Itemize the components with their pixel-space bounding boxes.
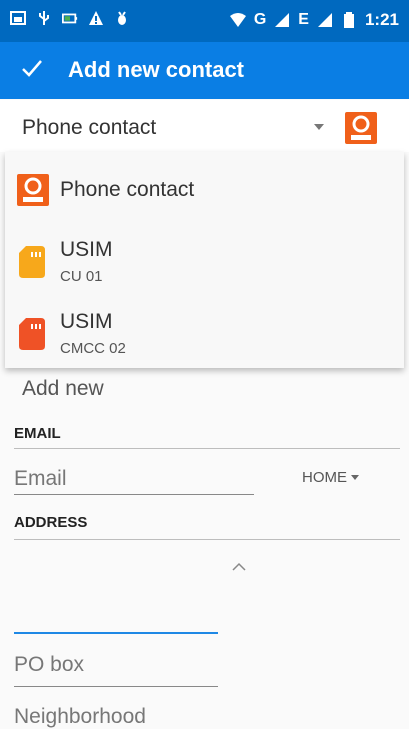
email-field[interactable]: Email bbox=[14, 467, 67, 491]
clock: 1:21 bbox=[364, 10, 399, 29]
account-selector[interactable]: Phone contact bbox=[0, 100, 409, 152]
chevron-down-icon bbox=[351, 475, 359, 480]
section-divider bbox=[14, 539, 400, 540]
email-section-label: EMAIL bbox=[14, 425, 61, 442]
account-selector-label: Phone contact bbox=[22, 116, 157, 139]
account-dropdown-menu: Phone contact USIM CU 01 USIM CMCC 02 bbox=[5, 152, 404, 368]
phone-contact-icon bbox=[345, 112, 377, 144]
signal-icon-2 bbox=[317, 13, 332, 27]
warning-icon bbox=[89, 11, 103, 25]
street-field-underline[interactable] bbox=[14, 632, 218, 634]
sim-card-icon bbox=[19, 246, 45, 278]
status-bar: G E 1:21 bbox=[0, 0, 409, 42]
menu-item-phone-contact[interactable]: Phone contact bbox=[5, 152, 404, 224]
battery-saver-icon bbox=[62, 13, 78, 24]
section-divider bbox=[14, 448, 400, 449]
email-field-underline bbox=[14, 494, 254, 495]
email-type-dropdown[interactable]: HOME bbox=[302, 469, 359, 486]
email-type-label: HOME bbox=[302, 469, 347, 486]
menu-item-subtitle: CMCC 02 bbox=[60, 340, 126, 357]
dropdown-arrow-icon bbox=[314, 124, 324, 130]
battery-icon bbox=[343, 12, 354, 28]
menu-item-usim-cu[interactable]: USIM CU 01 bbox=[5, 224, 404, 296]
address-section-label: ADDRESS bbox=[14, 514, 88, 531]
sim-card-icon bbox=[19, 318, 45, 350]
debug-icon bbox=[118, 11, 126, 25]
usb-icon bbox=[39, 11, 49, 25]
menu-item-usim-cmcc[interactable]: USIM CMCC 02 bbox=[5, 296, 404, 368]
menu-item-title: Phone contact bbox=[60, 178, 195, 201]
neighborhood-field[interactable]: Neighborhood bbox=[14, 705, 146, 729]
po-box-field[interactable]: PO box bbox=[14, 653, 84, 677]
phone-contact-icon bbox=[17, 174, 49, 206]
chevron-up-icon[interactable] bbox=[232, 562, 246, 572]
signal-icon bbox=[275, 13, 290, 27]
add-new-link[interactable]: Add new bbox=[22, 377, 104, 401]
check-icon[interactable] bbox=[20, 56, 44, 80]
screenshot-icon bbox=[10, 11, 26, 25]
app-bar: Add new contact bbox=[0, 42, 409, 99]
menu-item-title: USIM bbox=[60, 238, 113, 261]
page-title: Add new contact bbox=[68, 57, 245, 82]
po-box-underline bbox=[14, 686, 218, 687]
wifi-icon bbox=[229, 13, 246, 27]
network-type-label: G bbox=[253, 11, 267, 28]
menu-item-title: USIM bbox=[60, 310, 113, 333]
network-type-label-2: E bbox=[298, 11, 309, 28]
menu-item-subtitle: CU 01 bbox=[60, 268, 103, 285]
